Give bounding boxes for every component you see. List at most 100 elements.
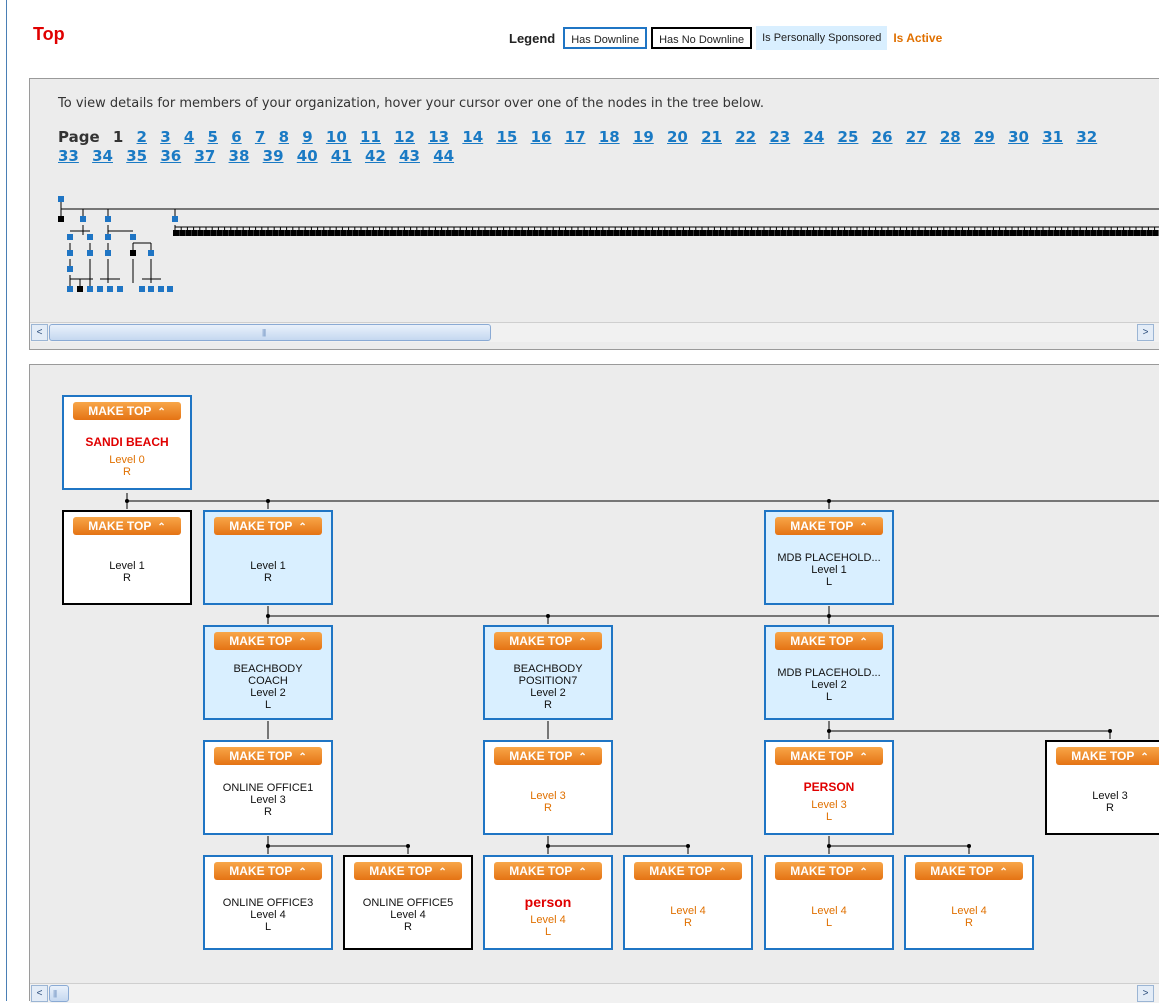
tree-node-mdb-placeholder[interactable]: MAKE TOP ⌃ MDB PLACEHOLD... Level 1 L bbox=[764, 510, 894, 605]
page-link[interactable]: 14 bbox=[462, 128, 483, 146]
tree-node-online-office5[interactable]: MAKE TOP ⌃ ONLINE OFFICE5 Level 4 R bbox=[343, 855, 473, 950]
make-top-button[interactable]: MAKE TOP ⌃ bbox=[494, 862, 602, 880]
tree-node[interactable]: MAKE TOP ⌃ Level 4 L bbox=[764, 855, 894, 950]
make-top-button[interactable]: MAKE TOP ⌃ bbox=[214, 632, 322, 650]
page-link[interactable]: 9 bbox=[302, 128, 312, 146]
tree-node-sandi-beach[interactable]: MAKE TOP ⌃ SANDI BEACH Level 0 R bbox=[62, 395, 192, 490]
page-link[interactable]: 41 bbox=[331, 147, 352, 165]
scroll-right-arrow-icon[interactable]: > bbox=[1137, 985, 1154, 1002]
minimap-node bbox=[1103, 230, 1109, 236]
page-link[interactable]: 15 bbox=[496, 128, 517, 146]
scroll-right-arrow-icon[interactable]: > bbox=[1137, 324, 1154, 341]
make-top-button[interactable]: MAKE TOP ⌃ bbox=[775, 862, 883, 880]
page-link[interactable]: 18 bbox=[599, 128, 620, 146]
page-link[interactable]: 20 bbox=[667, 128, 688, 146]
page-link[interactable]: 38 bbox=[229, 147, 250, 165]
page-link[interactable]: 21 bbox=[701, 128, 722, 146]
page-link[interactable]: 33 bbox=[58, 147, 79, 165]
tree-horizontal-scrollbar[interactable]: < ||| > bbox=[30, 983, 1159, 1003]
make-top-button[interactable]: MAKE TOP ⌃ bbox=[73, 402, 181, 420]
page-link[interactable]: 23 bbox=[769, 128, 790, 146]
scroll-left-arrow-icon[interactable]: < bbox=[31, 324, 48, 341]
page-link[interactable]: 37 bbox=[194, 147, 215, 165]
tree-node[interactable]: MAKE TOP ⌃ Level 3 R bbox=[483, 740, 613, 835]
page-link[interactable]: 24 bbox=[803, 128, 824, 146]
page-link[interactable]: 42 bbox=[365, 147, 386, 165]
tree-node-beachbody-position7[interactable]: MAKE TOP ⌃ BEACHBODY POSITION7 Level 2 R bbox=[483, 625, 613, 720]
minimap-node bbox=[737, 230, 744, 236]
page-link[interactable]: 31 bbox=[1042, 128, 1063, 146]
page-link[interactable]: 19 bbox=[633, 128, 654, 146]
page-link[interactable]: 27 bbox=[906, 128, 927, 146]
page-link[interactable]: 6 bbox=[231, 128, 241, 146]
make-top-button[interactable]: MAKE TOP ⌃ bbox=[494, 632, 602, 650]
tree-minimap[interactable] bbox=[30, 189, 1159, 299]
page-link[interactable]: 39 bbox=[263, 147, 284, 165]
minimap-node bbox=[861, 230, 868, 236]
page-link[interactable]: 13 bbox=[428, 128, 449, 146]
tree-node[interactable]: MAKE TOP ⌃ Level 3 R bbox=[1045, 740, 1159, 835]
page-link[interactable]: 28 bbox=[940, 128, 961, 146]
page-link[interactable]: 40 bbox=[297, 147, 318, 165]
make-top-button[interactable]: MAKE TOP ⌃ bbox=[73, 517, 181, 535]
minimap-node bbox=[879, 230, 886, 236]
scroll-thumb[interactable]: ||| bbox=[49, 324, 491, 341]
page-link[interactable]: 36 bbox=[160, 147, 181, 165]
tree-node-beachbody-coach[interactable]: MAKE TOP ⌃ BEACHBODY COACH Level 2 L bbox=[203, 625, 333, 720]
minimap-node bbox=[923, 230, 930, 236]
minimap-node bbox=[1003, 230, 1010, 236]
make-top-button[interactable]: MAKE TOP ⌃ bbox=[354, 862, 462, 880]
scroll-left-arrow-icon[interactable]: < bbox=[31, 985, 48, 1002]
page-link[interactable]: 7 bbox=[255, 128, 265, 146]
page-link[interactable]: 22 bbox=[735, 128, 756, 146]
page-link[interactable]: 29 bbox=[974, 128, 995, 146]
minimap-node bbox=[625, 230, 632, 236]
minimap-node bbox=[371, 230, 378, 236]
tree-node[interactable]: MAKE TOP ⌃ Level 4 R bbox=[904, 855, 1034, 950]
make-top-button[interactable]: MAKE TOP ⌃ bbox=[1056, 747, 1159, 765]
page-link[interactable]: 30 bbox=[1008, 128, 1029, 146]
page-link[interactable]: 12 bbox=[394, 128, 415, 146]
page-link[interactable]: 8 bbox=[279, 128, 289, 146]
minimap-node bbox=[452, 230, 458, 236]
make-top-button[interactable]: MAKE TOP ⌃ bbox=[634, 862, 742, 880]
tree-node-mdb-placeholder[interactable]: MAKE TOP ⌃ MDB PLACEHOLD... Level 2 L bbox=[764, 625, 894, 720]
tree-node[interactable]: MAKE TOP ⌃ Level 4 R bbox=[623, 855, 753, 950]
page-link[interactable]: 17 bbox=[565, 128, 586, 146]
page-link[interactable]: 44 bbox=[433, 147, 454, 165]
page-link[interactable]: 2 bbox=[137, 128, 147, 146]
minimap-node bbox=[619, 230, 626, 236]
page-link[interactable]: 26 bbox=[872, 128, 893, 146]
make-top-button[interactable]: MAKE TOP ⌃ bbox=[214, 747, 322, 765]
make-top-button[interactable]: MAKE TOP ⌃ bbox=[775, 632, 883, 650]
tree-node-person[interactable]: MAKE TOP ⌃ person Level 4 L bbox=[483, 855, 613, 950]
minimap-node bbox=[718, 230, 725, 236]
tree-node-online-office1[interactable]: MAKE TOP ⌃ ONLINE OFFICE1 Level 3 R bbox=[203, 740, 333, 835]
page-link[interactable]: 32 bbox=[1076, 128, 1097, 146]
page-link[interactable]: 10 bbox=[326, 128, 347, 146]
page-link[interactable]: 16 bbox=[531, 128, 552, 146]
tree-node-person[interactable]: MAKE TOP ⌃ PERSON Level 3 L bbox=[764, 740, 894, 835]
page-link[interactable]: 11 bbox=[360, 128, 381, 146]
minimap-node bbox=[631, 230, 638, 236]
make-top-button[interactable]: MAKE TOP ⌃ bbox=[214, 862, 322, 880]
page-link[interactable]: 34 bbox=[92, 147, 113, 165]
overview-horizontal-scrollbar[interactable]: < ||| > bbox=[30, 322, 1159, 342]
scroll-thumb[interactable]: ||| bbox=[49, 985, 69, 1002]
tree-node[interactable]: MAKE TOP ⌃ Level 1 R bbox=[62, 510, 192, 605]
make-top-button[interactable]: MAKE TOP ⌃ bbox=[775, 747, 883, 765]
make-top-button[interactable]: MAKE TOP ⌃ bbox=[494, 747, 602, 765]
make-top-button[interactable]: MAKE TOP ⌃ bbox=[214, 517, 322, 535]
minimap-node bbox=[1109, 230, 1116, 236]
page-link[interactable]: 3 bbox=[160, 128, 170, 146]
tree-node-online-office3[interactable]: MAKE TOP ⌃ ONLINE OFFICE3 Level 4 L bbox=[203, 855, 333, 950]
make-top-button[interactable]: MAKE TOP ⌃ bbox=[775, 517, 883, 535]
page-link[interactable]: 35 bbox=[126, 147, 147, 165]
make-top-button[interactable]: MAKE TOP ⌃ bbox=[915, 862, 1023, 880]
page-link[interactable]: 5 bbox=[208, 128, 218, 146]
page-link[interactable]: 25 bbox=[838, 128, 859, 146]
page-link[interactable]: 4 bbox=[184, 128, 194, 146]
page-link[interactable]: 43 bbox=[399, 147, 420, 165]
minimap-node bbox=[359, 230, 365, 236]
tree-node[interactable]: MAKE TOP ⌃ Level 1 R bbox=[203, 510, 333, 605]
